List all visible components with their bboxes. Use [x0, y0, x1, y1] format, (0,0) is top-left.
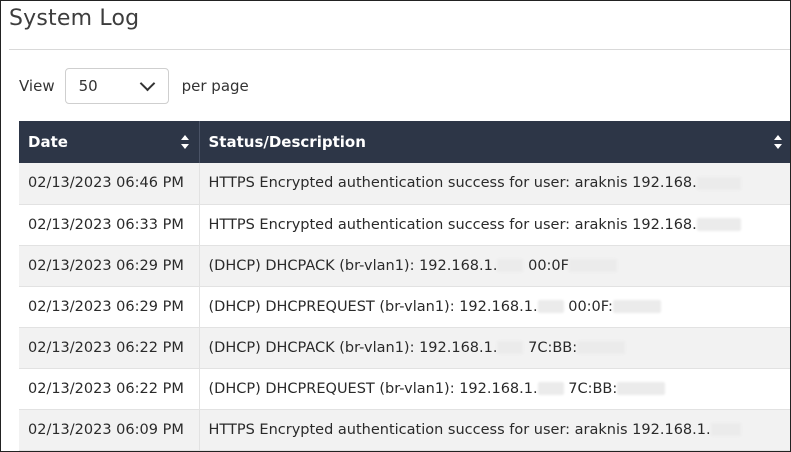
description-text: (DHCP) DHCPACK (br-vlan1): 192.168.1.	[208, 257, 498, 274]
description-cell: (DHCP) DHCPREQUEST (br-vlan1): 192.168.1…	[199, 286, 790, 328]
redacted-value	[537, 300, 564, 313]
description-cell: (DHCP) DHCPACK (br-vlan1): 192.168.1. 00…	[199, 245, 790, 287]
per-page-value: 50	[78, 77, 98, 95]
view-label: View	[19, 77, 55, 95]
title-divider	[9, 49, 790, 50]
page-title: System Log	[9, 6, 140, 31]
table-row: 02/13/2023 06:33 PM HTTPS Encrypted auth…	[19, 204, 790, 246]
redacted-value	[537, 382, 564, 395]
column-header-date[interactable]: Date	[19, 121, 200, 163]
description-cell: (DHCP) DHCPREQUEST (br-vlan1): 192.168.1…	[199, 368, 790, 410]
description-cell: (DHCP) DHCPACK (br-vlan1): 192.168.1. 7C…	[199, 327, 790, 369]
table-row: 02/13/2023 06:46 PM HTTPS Encrypted auth…	[19, 163, 790, 205]
description-text: (DHCP) DHCPACK (br-vlan1): 192.168.1.	[208, 339, 498, 356]
date-cell: 02/13/2023 06:33 PM	[19, 204, 200, 246]
sort-icon[interactable]	[774, 135, 782, 149]
sort-icon[interactable]	[180, 135, 189, 149]
redacted-value	[497, 341, 524, 354]
per-page-select[interactable]: 50	[64, 68, 169, 104]
table-row: 02/13/2023 06:22 PM (DHCP) DHCPREQUEST (…	[19, 368, 790, 410]
redacted-value	[617, 382, 666, 395]
mac-prefix: 00:0F:	[568, 298, 613, 315]
per-page-suffix: per page	[181, 77, 249, 95]
description-cell: HTTPS Encrypted authentication success f…	[199, 163, 790, 205]
redacted-value	[612, 300, 661, 313]
redacted-value	[569, 259, 617, 272]
table-header-row: Date Status/Description	[19, 121, 790, 163]
redacted-value	[497, 259, 524, 272]
mac-prefix: 7C:BB:	[568, 380, 618, 397]
chevron-down-icon	[139, 75, 155, 92]
date-cell: 02/13/2023 06:22 PM	[19, 327, 200, 369]
redacted-value	[696, 218, 741, 231]
redacted-value	[577, 341, 626, 354]
description-text: (DHCP) DHCPREQUEST (br-vlan1): 192.168.1…	[208, 380, 538, 397]
mac-prefix: 00:0F	[528, 257, 569, 274]
description-text: HTTPS Encrypted authentication success f…	[208, 421, 711, 438]
system-log-panel: System Log View 50 per page Date Status/…	[0, 0, 791, 452]
table-row: 02/13/2023 06:29 PM (DHCP) DHCPACK (br-v…	[19, 245, 790, 287]
pagination-controls: View 50 per page	[19, 67, 249, 105]
column-header-label: Date	[28, 133, 68, 151]
description-text: HTTPS Encrypted authentication success f…	[208, 175, 697, 192]
table-row: 02/13/2023 06:29 PM (DHCP) DHCPREQUEST (…	[19, 286, 790, 328]
description-cell: HTTPS Encrypted authentication success f…	[199, 409, 790, 451]
table-row: 02/13/2023 06:22 PM (DHCP) DHCPACK (br-v…	[19, 327, 790, 369]
date-cell: 02/13/2023 06:29 PM	[19, 245, 200, 287]
description-cell: HTTPS Encrypted authentication success f…	[199, 204, 790, 246]
date-cell: 02/13/2023 06:22 PM	[19, 368, 200, 410]
redacted-value	[696, 176, 741, 190]
description-text: (DHCP) DHCPREQUEST (br-vlan1): 192.168.1…	[208, 298, 538, 315]
description-text: HTTPS Encrypted authentication success f…	[208, 216, 697, 233]
log-table: Date Status/Description 02/13/2023 06:46…	[19, 121, 790, 451]
column-header-status-description[interactable]: Status/Description	[199, 121, 790, 163]
table-row: 02/13/2023 06:09 PM HTTPS Encrypted auth…	[19, 409, 790, 451]
redacted-value	[710, 423, 741, 436]
date-cell: 02/13/2023 06:29 PM	[19, 286, 200, 328]
date-cell: 02/13/2023 06:09 PM	[19, 409, 200, 451]
date-cell: 02/13/2023 06:46 PM	[19, 163, 200, 205]
column-header-label: Status/Description	[208, 133, 366, 151]
mac-prefix: 7C:BB:	[528, 339, 578, 356]
